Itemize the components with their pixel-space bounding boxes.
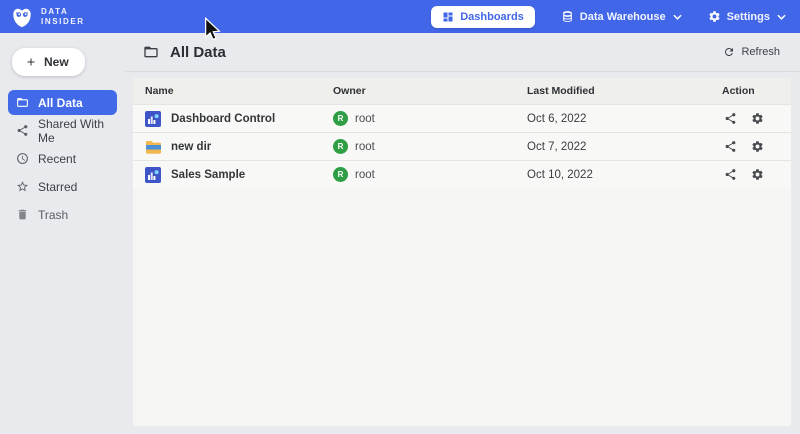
sidebar-item-starred[interactable]: Starred [8,174,117,199]
dashboards-button[interactable]: Dashboards [431,6,535,28]
new-button[interactable]: New [12,48,85,76]
folder-file-icon [145,139,161,155]
folder-icon [143,44,159,60]
trash-icon [16,208,29,221]
page-header: All Data Refresh [125,33,800,72]
refresh-icon [723,46,735,58]
owner-name: root [355,169,375,181]
page-title: All Data [170,44,226,61]
sidebar-item-trash[interactable]: Trash [8,202,117,227]
database-icon [561,10,574,23]
plus-icon [25,56,37,68]
chevron-down-icon [673,14,682,20]
file-name: new dir [171,141,211,153]
file-table: Name Owner Last Modified Action Dashboar… [133,78,791,426]
dashboards-label: Dashboards [460,11,524,23]
sidebar-item-recent[interactable]: Recent [8,146,117,171]
data-warehouse-menu[interactable]: Data Warehouse [561,10,682,23]
folder-icon [16,96,29,109]
brand-line-1: DATA [41,7,85,17]
last-modified: Oct 6, 2022 [527,113,722,125]
settings-action-icon[interactable] [751,140,764,153]
share-action-icon[interactable] [724,140,737,153]
column-header-last-modified: Last Modified [527,85,722,97]
data-warehouse-label: Data Warehouse [580,11,666,23]
brand-logo: DATA INSIDER [10,5,85,29]
chevron-down-icon [777,14,786,20]
owner-avatar: R [333,167,348,182]
file-name: Sales Sample [171,169,245,181]
sidebar-item-label: Trash [38,208,68,222]
brand-line-2: INSIDER [41,17,85,27]
column-header-action: Action [722,85,791,97]
settings-label: Settings [727,11,770,23]
new-button-label: New [44,55,69,69]
owner-name: root [355,141,375,153]
share-icon [16,124,29,137]
star-icon [16,180,29,193]
dashboard-grid-icon [442,11,454,23]
file-name: Dashboard Control [171,113,275,125]
settings-action-icon[interactable] [751,112,764,125]
settings-action-icon[interactable] [751,168,764,181]
share-action-icon[interactable] [724,112,737,125]
share-action-icon[interactable] [724,168,737,181]
sidebar-nav: All Data Shared With Me Recent Starred T… [0,90,125,227]
dashboard-file-icon [145,167,161,183]
dashboard-file-icon [145,111,161,127]
owl-logo-icon [10,5,34,29]
column-header-name: Name [145,85,333,97]
refresh-label: Refresh [741,46,780,58]
gear-icon [708,10,721,23]
table-row[interactable]: Dashboard Control R root Oct 6, 2022 [133,104,791,132]
column-header-owner: Owner [333,85,527,97]
clock-icon [16,152,29,165]
table-header: Name Owner Last Modified Action [133,78,791,104]
refresh-button[interactable]: Refresh [723,46,780,58]
table-row[interactable]: new dir R root Oct 7, 2022 [133,132,791,160]
table-row[interactable]: Sales Sample R root Oct 10, 2022 [133,160,791,188]
sidebar-item-shared-with-me[interactable]: Shared With Me [8,118,117,143]
main-content: All Data Refresh Name Owner Last Modifie… [125,33,800,434]
sidebar: New All Data Shared With Me Recent Starr… [0,33,125,434]
owner-avatar: R [333,111,348,126]
sidebar-item-all-data[interactable]: All Data [8,90,117,115]
sidebar-item-label: Starred [38,180,77,194]
sidebar-item-label: Shared With Me [38,117,117,145]
top-bar: DATA INSIDER Dashboards Data Warehouse S… [0,0,800,33]
owner-name: root [355,113,375,125]
sidebar-item-label: Recent [38,152,76,166]
last-modified: Oct 7, 2022 [527,141,722,153]
sidebar-item-label: All Data [38,96,83,110]
settings-menu[interactable]: Settings [708,10,786,23]
last-modified: Oct 10, 2022 [527,169,722,181]
owner-avatar: R [333,139,348,154]
